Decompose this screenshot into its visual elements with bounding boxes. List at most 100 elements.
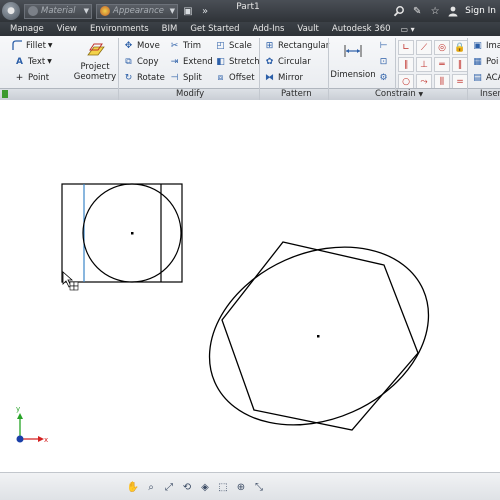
mirror-button[interactable]: ⧓ Mirror	[264, 72, 303, 83]
rectangular-pattern-button[interactable]: ⊞ Rectangular	[264, 40, 330, 51]
application-menu-button[interactable]: ●	[2, 2, 20, 20]
walk-icon[interactable]: ⤡	[252, 480, 266, 494]
horizontal-constraint-icon[interactable]: ═	[434, 57, 450, 72]
insert-acad-button[interactable]: ▤ ACA	[472, 72, 500, 83]
sketch-svg[interactable]: y x	[0, 100, 500, 472]
panel-title-insert[interactable]: Insert	[480, 89, 500, 99]
tab-manage[interactable]: Manage	[10, 24, 44, 34]
pointer-cursor-icon	[62, 271, 79, 291]
project-geometry-button[interactable]: Project Geometry	[72, 40, 118, 82]
orbit-icon[interactable]: ⟲	[180, 480, 194, 494]
coincident-constraint-icon[interactable]: ∟	[398, 40, 414, 55]
scale-button[interactable]: ◰ Scale	[215, 40, 252, 51]
sketch-canvas[interactable]: y x	[0, 100, 500, 472]
trim-button[interactable]: ✂ Trim	[169, 40, 201, 51]
stretch-icon: ◧	[216, 56, 225, 67]
dimension-icon	[341, 40, 365, 62]
tab-vault[interactable]: Vault	[297, 24, 318, 34]
navigation-bar: ✋ ⌕ ⤢ ⟲ ◈ ⬚ ⊕ ⤡	[0, 472, 500, 500]
parallel-constraint-icon[interactable]: ∥	[398, 57, 414, 72]
move-label: Move	[137, 40, 160, 51]
zoom-icon[interactable]: ⌕	[144, 480, 158, 494]
insert-points-button[interactable]: ▦ Poi	[472, 56, 498, 67]
rotate-button[interactable]: ↻ Rotate	[123, 72, 165, 83]
tab-get-started[interactable]: Get Started	[190, 24, 239, 34]
circle-center-point[interactable]	[131, 232, 134, 235]
constrain-grid: ∟ ⟋ ◎ 🔒 ∥ ⊥ ═ ‖ ○ ⤳ ⫼ =	[398, 40, 469, 90]
sign-in-link[interactable]: Sign In	[465, 6, 496, 16]
move-button[interactable]: ✥ Move	[123, 40, 160, 51]
panel-title-constrain[interactable]: Constrain ▼	[375, 89, 423, 99]
split-button[interactable]: ⊣ Split	[169, 72, 202, 83]
zoom-window-icon[interactable]: ⊕	[234, 480, 248, 494]
view-face-icon[interactable]: ⬚	[216, 480, 230, 494]
autodesk-app-icon: ●	[7, 6, 15, 16]
point-label: Point	[28, 72, 50, 83]
text-button[interactable]: A Text ▼	[14, 56, 52, 67]
copy-button[interactable]: ⧉ Copy	[123, 56, 158, 67]
perpendicular-constraint-icon[interactable]: ⊥	[416, 57, 432, 72]
constraint-settings-icon[interactable]: ⚙	[378, 72, 392, 83]
chevron-down-icon: ▼	[47, 42, 53, 49]
zoom-all-icon[interactable]: ⤢	[162, 480, 176, 494]
tab-add-ins[interactable]: Add-Ins	[253, 24, 285, 34]
panel-expand-icon[interactable]	[2, 90, 8, 98]
material-dropdown[interactable]: Material ▼	[24, 3, 92, 19]
star-favorites-icon[interactable]: ☆	[427, 3, 443, 19]
user-icon[interactable]	[445, 3, 461, 19]
material-swatch-icon	[28, 6, 38, 16]
acad-icon: ▤	[473, 72, 482, 83]
collinear-constraint-icon[interactable]: ⟋	[416, 40, 432, 55]
insert-image-button[interactable]: ▣ Ima	[472, 40, 500, 51]
communication-center-icon[interactable]: ✎	[409, 3, 425, 19]
move-icon: ✥	[124, 40, 133, 51]
tangent-constraint-icon[interactable]: ○	[398, 74, 414, 89]
search-icon[interactable]	[391, 3, 407, 19]
copy-icon: ⧉	[125, 56, 132, 67]
equal-constraint-icon[interactable]: =	[452, 74, 468, 89]
title-bar: ● Material ▼ Appearance ▼ ▣ » Part1 ✎ ☆ …	[0, 0, 500, 22]
origin-axis-indicator	[16, 413, 44, 443]
fix-constraint-icon[interactable]: 🔒	[452, 40, 468, 55]
dimension-button[interactable]: Dimension	[330, 40, 376, 80]
panel-divider	[467, 38, 468, 100]
split-label: Split	[183, 72, 202, 83]
tab-environments[interactable]: Environments	[90, 24, 149, 34]
show-constraints-icon[interactable]: ⊡	[378, 56, 392, 67]
point-button[interactable]: + Point	[14, 72, 49, 83]
stretch-button[interactable]: ◧ Stretch	[215, 56, 259, 67]
panel-title-pattern[interactable]: Pattern	[281, 89, 312, 99]
ribbon-panel-title-bar: Modify Pattern Constrain ▼ Insert	[0, 88, 500, 100]
clear-appearance-icon[interactable]: ▣	[181, 4, 195, 18]
offset-button[interactable]: ⧈ Offset	[215, 72, 255, 83]
chevron-down-icon: ▼	[418, 91, 424, 98]
panel-divider	[118, 38, 119, 100]
auto-dimension-icon[interactable]: ⊢	[378, 40, 392, 51]
image-icon: ▣	[473, 40, 482, 51]
ribbon-display-toggle-icon[interactable]: ▭ ▾	[401, 25, 415, 34]
sketch-rectangle[interactable]	[61, 183, 183, 283]
tab-view[interactable]: View	[57, 24, 77, 34]
look-at-icon[interactable]: ◈	[198, 480, 212, 494]
sketch-hexagon[interactable]	[221, 241, 419, 431]
extend-button[interactable]: ⇥ Extend	[169, 56, 213, 67]
appearance-swatch-icon	[100, 6, 110, 16]
pan-icon[interactable]: ✋	[126, 480, 140, 494]
symmetric-constraint-icon[interactable]: ⫼	[434, 74, 450, 89]
appearance-dropdown[interactable]: Appearance ▼	[96, 3, 178, 19]
ellipse-center-point[interactable]	[317, 335, 320, 338]
vertical-constraint-icon[interactable]: ‖	[452, 57, 468, 72]
circular-pattern-button[interactable]: ✿ Circular	[264, 56, 311, 67]
more-quick-access-icon[interactable]: »	[198, 4, 212, 18]
concentric-constraint-icon[interactable]: ◎	[434, 40, 450, 55]
project-geometry-label-1: Project	[80, 62, 110, 72]
panel-title-modify[interactable]: Modify	[176, 89, 204, 99]
fillet-button[interactable]: Fillet ▼	[12, 40, 53, 51]
tab-bim[interactable]: BIM	[162, 24, 178, 34]
text-icon: A	[16, 56, 23, 67]
fillet-label: Fillet	[26, 40, 46, 51]
insert-points-label: Poi	[486, 56, 499, 67]
smooth-constraint-icon[interactable]: ⤳	[416, 74, 432, 89]
tab-autodesk-360[interactable]: Autodesk 360	[332, 24, 391, 34]
rectangular-pattern-icon: ⊞	[265, 40, 274, 51]
